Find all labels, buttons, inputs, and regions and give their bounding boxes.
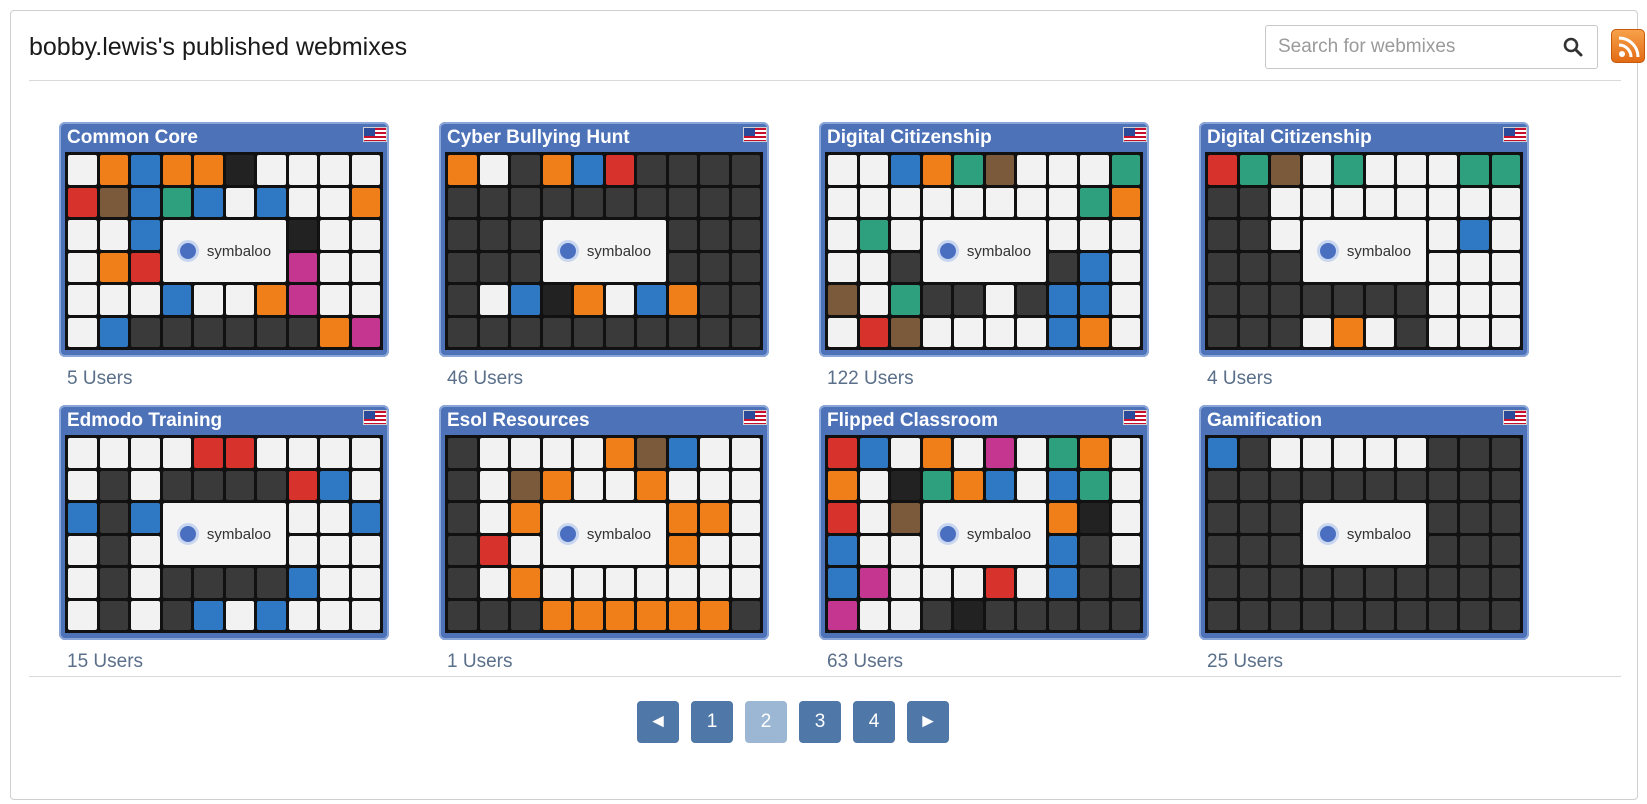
webmix-title[interactable]: Flipped Classroom xyxy=(825,409,1143,435)
webmix-thumbnail[interactable]: Digital Citizenship symbaloo xyxy=(819,122,1149,357)
webmix-grid: Common Core symbaloo 5 Users Cyber Bully… xyxy=(59,122,1619,692)
next-page-button[interactable]: ► xyxy=(907,701,949,743)
symbaloo-logo-icon xyxy=(176,523,199,545)
tile-grid: symbaloo xyxy=(445,435,763,633)
webmix-title[interactable]: Edmodo Training xyxy=(65,409,383,435)
webmix-thumbnail[interactable]: Edmodo Training symbaloo xyxy=(59,405,389,640)
symbaloo-logo: symbaloo xyxy=(162,220,286,282)
webmix-thumbnail[interactable]: Common Core symbaloo xyxy=(59,122,389,357)
us-flag-icon xyxy=(1123,410,1147,425)
us-flag-icon xyxy=(743,410,767,425)
symbaloo-logo: symbaloo xyxy=(1302,503,1426,565)
webmix-title[interactable]: Digital Citizenship xyxy=(1205,126,1523,152)
webmix-card[interactable]: Esol Resources symbaloo 1 Users xyxy=(439,405,769,675)
symbaloo-logo-icon xyxy=(1316,240,1339,262)
tile-grid: symbaloo xyxy=(825,435,1143,633)
us-flag-icon xyxy=(1503,410,1527,425)
page-4-button[interactable]: 4 xyxy=(853,701,895,743)
us-flag-icon xyxy=(363,127,387,142)
webmix-thumbnail[interactable]: Gamification symbaloo xyxy=(1199,405,1529,640)
user-count: 5 Users xyxy=(67,368,133,389)
webmix-card[interactable]: Digital Citizenship symbaloo 122 Users xyxy=(819,122,1149,392)
webmix-card[interactable]: Gamification symbaloo 25 Users xyxy=(1199,405,1529,675)
webmix-title[interactable]: Gamification xyxy=(1205,409,1523,435)
tile-grid: symbaloo xyxy=(65,152,383,350)
webmix-title[interactable]: Esol Resources xyxy=(445,409,763,435)
user-count: 63 Users xyxy=(827,651,904,672)
webmix-thumbnail[interactable]: Digital Citizenship symbaloo xyxy=(1199,122,1529,357)
user-count: 15 Users xyxy=(67,651,144,672)
webmix-thumbnail[interactable]: Flipped Classroom symbaloo xyxy=(819,405,1149,640)
symbaloo-logo-icon xyxy=(556,523,579,545)
symbaloo-logo-icon xyxy=(936,240,959,262)
webmix-card[interactable]: Cyber Bullying Hunt symbaloo 46 Users xyxy=(439,122,769,392)
symbaloo-logo: symbaloo xyxy=(542,220,666,282)
webmix-gallery-panel: bobby.lewis's published webmixes Common … xyxy=(10,10,1645,800)
user-count: 122 Users xyxy=(827,368,914,389)
user-count: 4 Users xyxy=(1207,368,1273,389)
tile-grid: symbaloo xyxy=(825,152,1143,350)
user-count: 25 Users xyxy=(1207,651,1284,672)
search-input[interactable] xyxy=(1266,27,1546,67)
us-flag-icon xyxy=(1503,127,1527,142)
symbaloo-logo: symbaloo xyxy=(542,503,666,565)
webmix-card[interactable]: Common Core symbaloo 5 Users xyxy=(59,122,389,392)
footer-divider xyxy=(29,676,1621,677)
page-1-button[interactable]: 1 xyxy=(691,701,733,743)
rss-feed-icon[interactable] xyxy=(1611,29,1645,63)
pagination: ◄ 1 2 3 4 ► xyxy=(637,701,949,745)
tile-grid: symbaloo xyxy=(65,435,383,633)
symbaloo-logo: symbaloo xyxy=(162,503,286,565)
tile-grid: symbaloo xyxy=(1205,152,1523,350)
webmix-title[interactable]: Cyber Bullying Hunt xyxy=(445,126,763,152)
symbaloo-logo-icon xyxy=(176,240,199,262)
previous-page-button[interactable]: ◄ xyxy=(637,701,679,743)
page-2-button[interactable]: 2 xyxy=(745,701,787,743)
webmix-title[interactable]: Common Core xyxy=(65,126,383,152)
webmix-title[interactable]: Digital Citizenship xyxy=(825,126,1143,152)
symbaloo-logo: symbaloo xyxy=(922,220,1046,282)
page-3-button[interactable]: 3 xyxy=(799,701,841,743)
symbaloo-logo-icon xyxy=(1316,523,1339,545)
us-flag-icon xyxy=(363,410,387,425)
user-count: 46 Users xyxy=(447,368,524,389)
user-count: 1 Users xyxy=(447,651,513,672)
page-title: bobby.lewis's published webmixes xyxy=(29,33,408,61)
webmix-thumbnail[interactable]: Cyber Bullying Hunt symbaloo xyxy=(439,122,769,357)
symbaloo-logo-icon xyxy=(936,523,959,545)
search-box[interactable] xyxy=(1265,25,1598,69)
us-flag-icon xyxy=(1123,127,1147,142)
symbaloo-logo-icon xyxy=(556,240,579,262)
search-icon[interactable] xyxy=(1561,35,1585,59)
gallery-header: bobby.lewis's published webmixes xyxy=(29,11,1645,81)
symbaloo-logo: symbaloo xyxy=(1302,220,1426,282)
us-flag-icon xyxy=(743,127,767,142)
tile-grid: symbaloo xyxy=(445,152,763,350)
webmix-card[interactable]: Flipped Classroom symbaloo 63 Users xyxy=(819,405,1149,675)
webmix-card[interactable]: Edmodo Training symbaloo 15 Users xyxy=(59,405,389,675)
webmix-thumbnail[interactable]: Esol Resources symbaloo xyxy=(439,405,769,640)
tile-grid: symbaloo xyxy=(1205,435,1523,633)
symbaloo-logo: symbaloo xyxy=(922,503,1046,565)
webmix-card[interactable]: Digital Citizenship symbaloo 4 Users xyxy=(1199,122,1529,392)
